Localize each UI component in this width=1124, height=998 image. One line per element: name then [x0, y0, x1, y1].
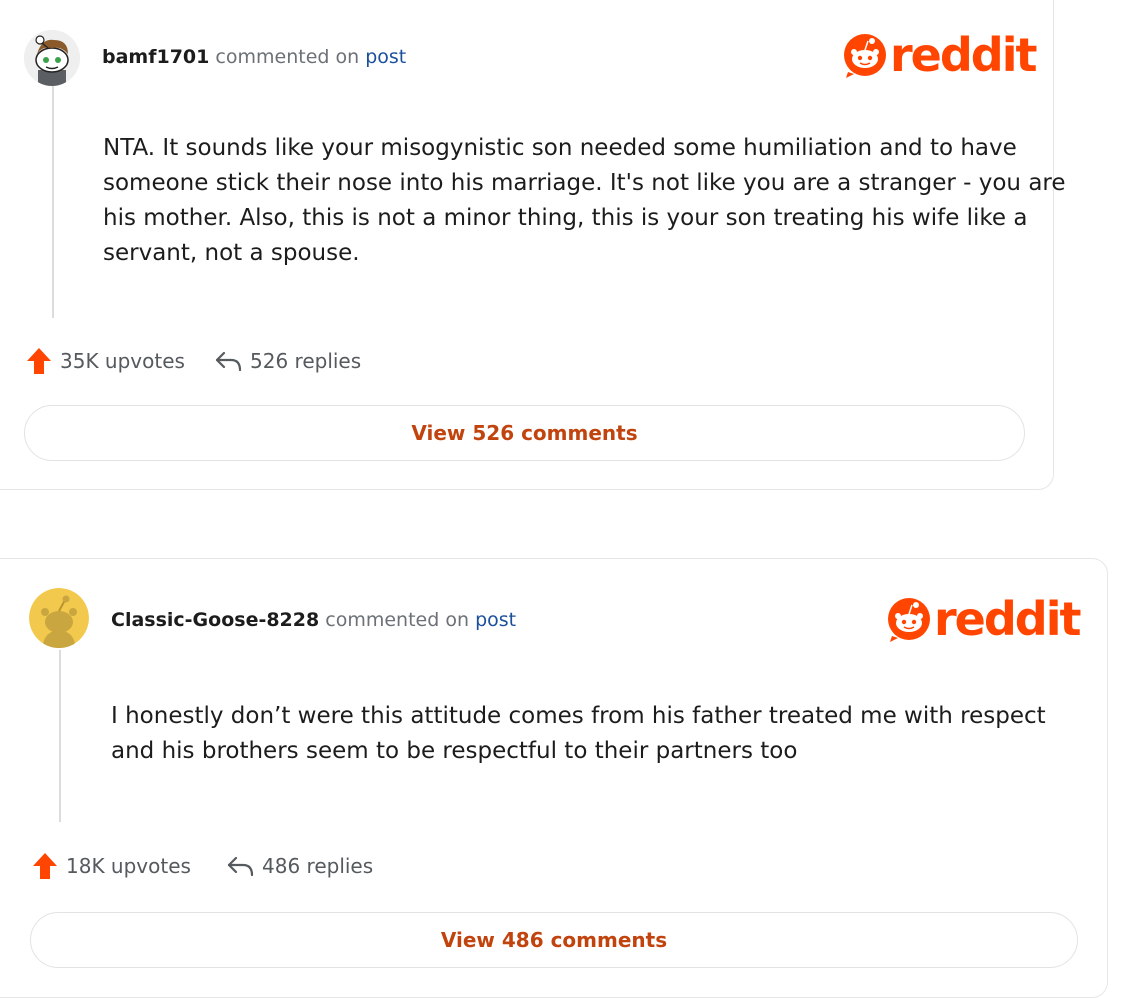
reddit-logo: reddit [886, 592, 1081, 646]
comment-line: NTA. It sounds like your misogynistic so… [103, 135, 1017, 161]
commented-on-label: commented on [215, 46, 360, 68]
comment-body: NTA. It sounds like your misogynistic so… [103, 131, 1066, 271]
comment-body: I honestly don’t were this attitude come… [111, 699, 1046, 769]
reply-arrow-icon [227, 856, 254, 877]
post-link[interactable]: post [365, 46, 406, 68]
upvote-button[interactable]: 35K upvotes [26, 347, 185, 375]
upvote-arrow-icon [27, 348, 51, 374]
comment-line: and his brothers seem to be respectful t… [111, 738, 798, 764]
comment-header: Classic-Goose-8228 commented on post [111, 609, 516, 631]
snoo-avatar-icon[interactable] [29, 588, 89, 648]
upvote-count: 18K upvotes [66, 854, 191, 878]
comment-line: servant, not a spouse. [103, 240, 360, 266]
reply-count: 526 replies [250, 349, 362, 373]
reply-arrow-icon [215, 351, 242, 372]
thread-line [52, 86, 54, 318]
view-comments-button[interactable]: View 486 comments [30, 912, 1078, 968]
comment-line: I honestly don’t were this attitude come… [111, 703, 1046, 729]
upvote-arrow-icon [33, 853, 57, 879]
reddit-logo: reddit [842, 28, 1037, 82]
username-link[interactable]: Classic-Goose-8228 [111, 609, 319, 631]
comment-header: bamf1701 commented on post [102, 46, 406, 68]
username-link[interactable]: bamf1701 [102, 46, 209, 68]
reply-count: 486 replies [262, 854, 374, 878]
reddit-wordmark: reddit [934, 592, 1081, 646]
thread-line [59, 650, 61, 822]
post-link[interactable]: post [475, 609, 516, 631]
upvote-button[interactable]: 18K upvotes [32, 852, 191, 880]
commented-on-label: commented on [325, 609, 470, 631]
upvote-count: 35K upvotes [60, 349, 185, 373]
comment-line: someone stick their nose into his marria… [103, 170, 1066, 196]
snoo-avatar-icon[interactable] [24, 30, 80, 86]
snoo-icon [888, 598, 930, 642]
snoo-icon [844, 34, 886, 78]
replies-button[interactable]: 486 replies [226, 854, 373, 878]
replies-button[interactable]: 526 replies [214, 349, 361, 373]
view-comments-button[interactable]: View 526 comments [24, 405, 1025, 461]
comment-line: his mother. Also, this is not a minor th… [103, 205, 1028, 231]
reddit-wordmark: reddit [890, 28, 1037, 82]
